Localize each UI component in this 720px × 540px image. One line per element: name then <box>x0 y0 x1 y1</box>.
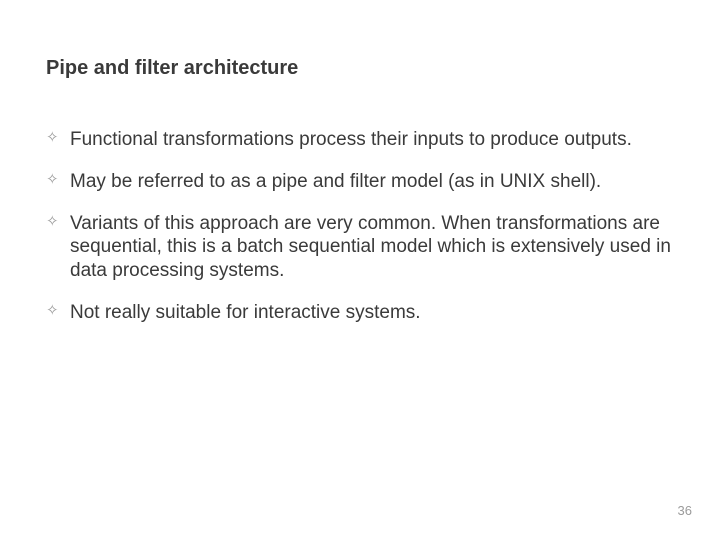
page-number: 36 <box>678 503 692 518</box>
diamond-icon: ✧ <box>46 171 59 190</box>
bullet-text: Not really suitable for interactive syst… <box>70 302 421 323</box>
bullet-list: ✧ Functional transformations process the… <box>46 128 674 325</box>
list-item: ✧ Functional transformations process the… <box>46 128 674 152</box>
diamond-icon: ✧ <box>46 213 59 232</box>
bullet-text: May be referred to as a pipe and filter … <box>70 171 601 192</box>
diamond-icon: ✧ <box>46 129 59 148</box>
bullet-text: Variants of this approach are very commo… <box>70 213 671 282</box>
list-item: ✧ Variants of this approach are very com… <box>46 212 674 283</box>
diamond-icon: ✧ <box>46 302 59 321</box>
list-item: ✧ May be referred to as a pipe and filte… <box>46 170 674 194</box>
slide: Pipe and filter architecture ✧ Functiona… <box>0 0 720 540</box>
bullet-text: Functional transformations process their… <box>70 129 632 150</box>
page-title: Pipe and filter architecture <box>46 56 674 80</box>
list-item: ✧ Not really suitable for interactive sy… <box>46 301 674 325</box>
